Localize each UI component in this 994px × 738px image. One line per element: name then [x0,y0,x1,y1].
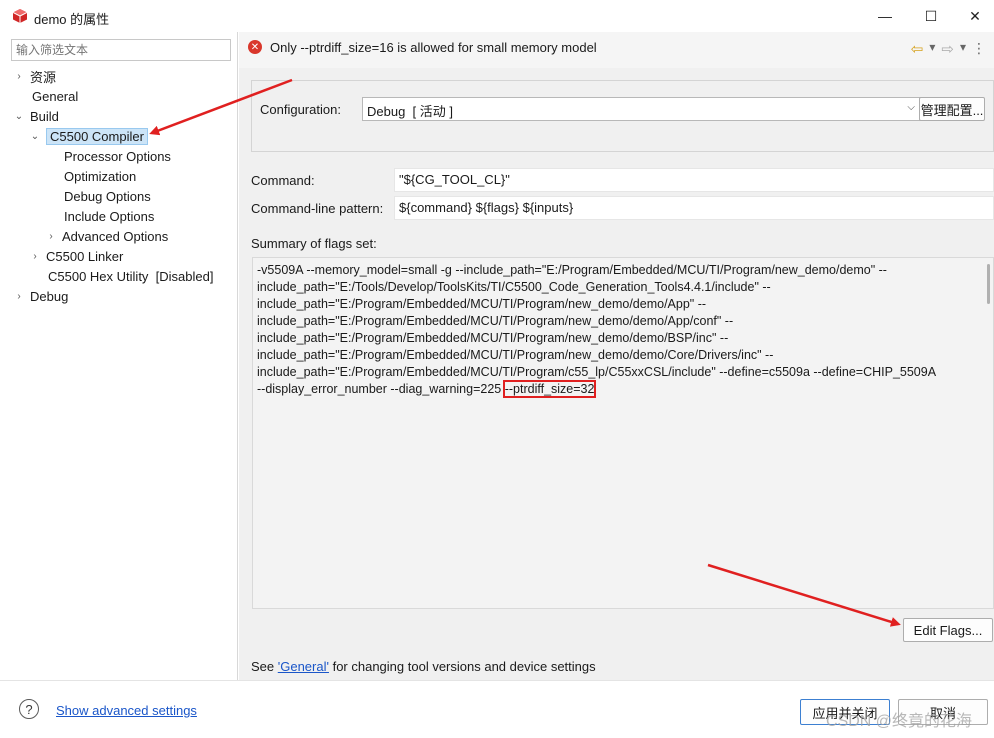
chevron-down-icon[interactable]: ⌄ [30,131,40,142]
chevron-right-icon[interactable]: › [46,231,56,242]
chevron-right-icon[interactable]: › [30,251,40,262]
command-line-pattern-field[interactable]: ${command} ${flags} ${inputs} [394,196,994,220]
tree-item-label: C5500 Hex Utility [Disabled] [48,268,214,284]
summary-label: Summary of flags set: [251,236,377,251]
properties-content: Configuration: Debug [ 活动 ] ⌵ 管理配置... Co… [239,68,994,680]
minimize-icon: — [878,8,892,24]
chevron-down-icon[interactable]: ⌄ [14,111,24,122]
tree-item-label: Optimization [64,168,137,184]
tree-item-debug[interactable]: › Debug [14,286,68,306]
configuration-label: Configuration: [260,102,341,117]
app-cube-icon [13,9,27,23]
maximize-button[interactable]: ☐ [908,0,954,32]
tree-item-general[interactable]: General [32,86,78,106]
tree-item-label: Debug [30,288,69,304]
forward-dropdown-icon[interactable]: ▾ [960,40,966,58]
error-message-text: Only --ptrdiff_size=16 is allowed for sm… [270,40,597,55]
tree-item-label: Include Options [64,208,155,224]
tree-item-label: Advanced Options [62,228,169,244]
watermark: CSDN @终竟的花海 [826,713,973,730]
summary-line: include_path="E:/Program/Embedded/MCU/TI… [257,297,707,311]
chevron-right-icon[interactable]: › [14,71,24,82]
tree-item-linker[interactable]: › C5500 Linker [30,246,123,266]
command-label: Command: [251,173,315,188]
pattern-label: Command-line pattern: [251,201,384,216]
forward-arrow-icon[interactable]: ⇨ [941,40,954,58]
settings-tree-panel: › 资源 General ⌄ Build ⌄ C5500 Compiler Pr… [4,32,238,680]
tree-item-label-selected: C5500 Compiler [46,127,148,145]
summary-line: include_path="E:/Program/Embedded/MCU/TI… [257,365,937,379]
tree-item-label: Debug Options [64,188,151,204]
footer-note-suffix: for changing tool versions and device se… [328,659,596,674]
chevron-right-icon[interactable]: › [14,291,24,302]
back-arrow-icon[interactable]: ⇦ [911,40,924,58]
tree-item-advanced-options[interactable]: › Advanced Options [46,226,168,246]
minimize-button[interactable]: — [862,0,908,32]
error-message-bar: ✕ Only --ptrdiff_size=16 is allowed for … [239,32,994,68]
tree-item-label: C5500 Linker [46,248,124,264]
scrollbar[interactable] [987,264,990,304]
tree-item-label: 资源 [30,69,57,85]
filter-input[interactable] [11,39,231,61]
tree-item-label: General [32,88,79,104]
dialog-footer: ? Show advanced settings 应用并关闭 取消 CSDN @… [0,680,994,738]
close-icon: ✕ [969,7,981,24]
summary-line: include_path="E:/Tools/Develop/ToolsKits… [257,280,771,294]
tree-item-optimization[interactable]: Optimization [64,166,136,186]
edit-flags-button[interactable]: Edit Flags... [903,618,993,642]
summary-line: include_path="E:/Program/Embedded/MCU/TI… [257,314,734,328]
configuration-value: Debug [ 活动 ] [367,104,453,119]
help-icon[interactable]: ? [19,699,39,719]
general-link[interactable]: 'General' [278,659,329,674]
footer-note: See 'General' for changing tool versions… [251,659,596,674]
back-dropdown-icon[interactable]: ▾ [929,40,935,58]
configuration-group: Configuration: Debug [ 活动 ] ⌵ 管理配置... [251,80,994,152]
summary-line: include_path="E:/Program/Embedded/MCU/TI… [257,331,729,345]
tree-item-compiler[interactable]: ⌄ C5500 Compiler [30,126,148,146]
command-field[interactable]: "${CG_TOOL_CL}" [394,168,994,192]
flags-summary-text[interactable]: -v5509A --memory_model=small -g --includ… [252,257,994,609]
title-bar: demo 的属性 — ☐ ✕ [0,0,994,32]
window-title: demo 的属性 [34,12,110,27]
tree-item-resources[interactable]: › 资源 [14,66,56,86]
navigation-controls: ⇦ ▾ ⇨ ▾ ⋮ [911,40,986,58]
error-icon: ✕ [248,40,262,54]
tree-item-processor-options[interactable]: Processor Options [64,146,171,166]
tree-item-label: Processor Options [64,148,171,164]
manage-configurations-button[interactable]: 管理配置... [919,97,985,121]
tree-item-label: Build [30,108,59,124]
footer-note-prefix: See [251,659,278,674]
tree-item-debug-options[interactable]: Debug Options [64,186,151,206]
summary-line: -v5509A --memory_model=small -g --includ… [257,263,887,277]
configuration-select[interactable]: Debug [ 活动 ] ⌵ [362,97,922,121]
show-advanced-settings-link[interactable]: Show advanced settings [56,703,197,718]
more-options-icon[interactable]: ⋮ [972,40,986,58]
maximize-icon: ☐ [924,7,938,24]
tree-item-include-options[interactable]: Include Options [64,206,154,226]
summary-line-start: --display_error_number --diag_warning=22… [257,382,505,396]
tree-item-build[interactable]: ⌄ Build [14,106,59,126]
summary-line: include_path="E:/Program/Embedded/MCU/TI… [257,348,774,362]
chevron-down-icon: ⌵ [907,102,915,113]
summary-line-last: --display_error_number --diag_warning=22… [257,380,989,398]
close-button[interactable]: ✕ [952,0,994,32]
tree-item-hex-utility[interactable]: C5500 Hex Utility [Disabled] [48,266,213,286]
highlighted-ptrdiff-flag: --ptrdiff_size=32 [502,380,597,398]
